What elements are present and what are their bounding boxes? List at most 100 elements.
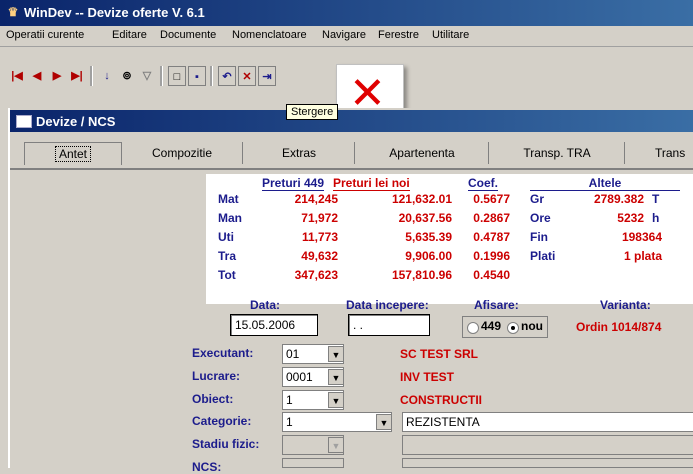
categorie-label: Categorie: — [192, 414, 252, 428]
row-label: Man — [218, 211, 242, 225]
child-window: Devize / NCS Antet Compozitie Extras Apa… — [8, 108, 693, 474]
menu-utilitare[interactable]: Utilitare — [432, 29, 469, 41]
row-p449: 347,623 — [294, 268, 338, 282]
altele-unit: T — [652, 192, 660, 206]
varianta-value: Ordin 1014/874 — [576, 320, 662, 334]
menu-documente[interactable]: Documente — [160, 29, 216, 41]
altele-label: Ore — [530, 211, 551, 225]
menu-editare[interactable]: Editare — [112, 29, 147, 41]
header-preturi-lei-noi: Preturi lei noi — [333, 176, 410, 191]
tab-strip: Antet Compozitie Extras Apartenenta Tran… — [10, 138, 693, 170]
altele-label: Fin — [530, 230, 548, 244]
prev-record-icon[interactable]: ◀ — [28, 66, 46, 86]
radio-449[interactable] — [467, 322, 479, 334]
tab-antet-label: Antet — [54, 146, 92, 162]
tab-antet[interactable]: Antet — [24, 142, 122, 165]
afisare-group: 449 nou — [462, 316, 548, 338]
menu-operatii-curente[interactable]: Operatii curente — [6, 29, 84, 41]
row-coef: 0.1996 — [473, 249, 510, 263]
tab-transp-tra[interactable]: Transp. TRA — [488, 142, 625, 164]
executant-label: Executant: — [192, 346, 254, 360]
data-input[interactable]: 15.05.2006 — [230, 314, 318, 336]
afisare-label: Afisare: — [474, 298, 519, 312]
tab-trans[interactable]: Trans — [624, 142, 693, 164]
row-coef: 0.2867 — [473, 211, 510, 225]
row-p449: 71,972 — [301, 211, 338, 225]
categorie-name[interactable]: REZISTENTA — [402, 412, 693, 432]
radio-449-label: 449 — [481, 319, 502, 333]
app-title: WinDev -- Devize oferte V. 6.1 — [24, 5, 205, 20]
varianta-label: Varianta: — [600, 298, 651, 312]
radio-nou[interactable] — [507, 322, 519, 334]
row-label: Uti — [218, 230, 234, 244]
row-label: Tot — [218, 268, 236, 282]
window-icon — [16, 115, 32, 128]
header-preturi-449: Preturi 449 — [262, 176, 325, 191]
chevron-down-icon[interactable]: ▼ — [376, 414, 392, 430]
altele-value: 198364 — [621, 230, 662, 244]
altele-label: Plati — [530, 249, 556, 263]
chevron-down-icon[interactable]: ▼ — [328, 369, 344, 385]
row-pnoi: 121,632.01 — [391, 192, 452, 206]
binoculars-icon[interactable]: ⊚ — [118, 66, 136, 86]
data-incepere-input[interactable]: . . — [348, 314, 430, 336]
tab-compozitie[interactable]: Compozitie — [122, 142, 242, 164]
row-p449: 11,773 — [301, 230, 338, 244]
ncs-combo[interactable] — [282, 458, 344, 468]
ncs-name — [402, 458, 693, 468]
app-icon: ♛ — [7, 5, 19, 19]
row-coef: 0.5677 — [473, 192, 510, 206]
child-window-title-bar: Devize / NCS — [10, 110, 693, 132]
tab-apartenenta[interactable]: Apartenenta — [354, 142, 489, 164]
save-icon[interactable]: ▪ — [188, 66, 206, 86]
row-pnoi: 5,635.39 — [405, 230, 452, 244]
altele-value: 1 plata — [623, 249, 662, 263]
chevron-down-icon[interactable]: ▼ — [328, 392, 344, 408]
altele-label: Gr — [530, 192, 545, 206]
ncs-label: NCS: — [192, 460, 222, 474]
chevron-down-icon[interactable]: ▼ — [328, 437, 344, 453]
toolbar-separator — [210, 66, 213, 86]
lucrare-name: INV TEST — [400, 370, 455, 384]
toolbar-separator — [160, 66, 163, 86]
obiect-label: Obiect: — [192, 392, 234, 406]
menu-ferestre[interactable]: Ferestre — [378, 29, 419, 41]
row-p449: 49,632 — [301, 249, 338, 263]
menu-bar: Operatii curente Editare Documente Nomen… — [0, 26, 693, 47]
altele-value: 2789.382 — [593, 192, 644, 206]
row-pnoi: 157,810.96 — [391, 268, 452, 282]
menu-navigare[interactable]: Navigare — [322, 29, 366, 41]
last-record-icon[interactable]: ▶| — [68, 66, 86, 86]
child-window-title: Devize / NCS — [36, 114, 116, 129]
row-coef: 0.4787 — [473, 230, 510, 244]
tab-extras[interactable]: Extras — [242, 142, 355, 164]
menu-nomenclatoare[interactable]: Nomenclatoare — [232, 29, 307, 41]
tooltip: Stergere — [286, 104, 339, 120]
radio-nou-label: nou — [521, 319, 543, 333]
undo-icon[interactable]: ↶ — [218, 66, 236, 86]
new-document-icon[interactable]: □ — [168, 66, 186, 86]
row-label: Mat — [218, 192, 239, 206]
row-pnoi: 20,637.56 — [398, 211, 452, 225]
sort-icon[interactable]: ↓ — [98, 66, 116, 86]
row-pnoi: 9,906.00 — [405, 249, 452, 263]
chevron-down-icon[interactable]: ▼ — [328, 346, 344, 362]
obiect-name: CONSTRUCTII — [400, 393, 482, 407]
data-label: Data: — [250, 298, 281, 312]
prices-panel: Preturi 449 Preturi lei noi Coef. Altele… — [206, 174, 693, 304]
lucrare-label: Lucrare: — [192, 369, 241, 383]
first-record-icon[interactable]: |◀ — [8, 66, 26, 86]
row-label: Tra — [218, 249, 237, 263]
executant-name: SC TEST SRL — [400, 347, 479, 361]
exit-icon[interactable]: ⇥ — [258, 66, 276, 86]
app-title-bar: ♛ WinDev -- Devize oferte V. 6.1 — [0, 0, 693, 26]
delete-icon[interactable]: ✕ — [238, 66, 256, 86]
data-incepere-label: Data incepere: — [346, 298, 429, 312]
row-p449: 214,245 — [294, 192, 338, 206]
next-record-icon[interactable]: ▶ — [48, 66, 66, 86]
altele-value: 5232 — [617, 211, 644, 225]
filter-icon[interactable]: ▽ — [138, 66, 156, 86]
header-coef: Coef. — [468, 176, 498, 191]
stadiu-fizic-name — [402, 435, 693, 455]
header-altele: Altele — [530, 176, 680, 191]
